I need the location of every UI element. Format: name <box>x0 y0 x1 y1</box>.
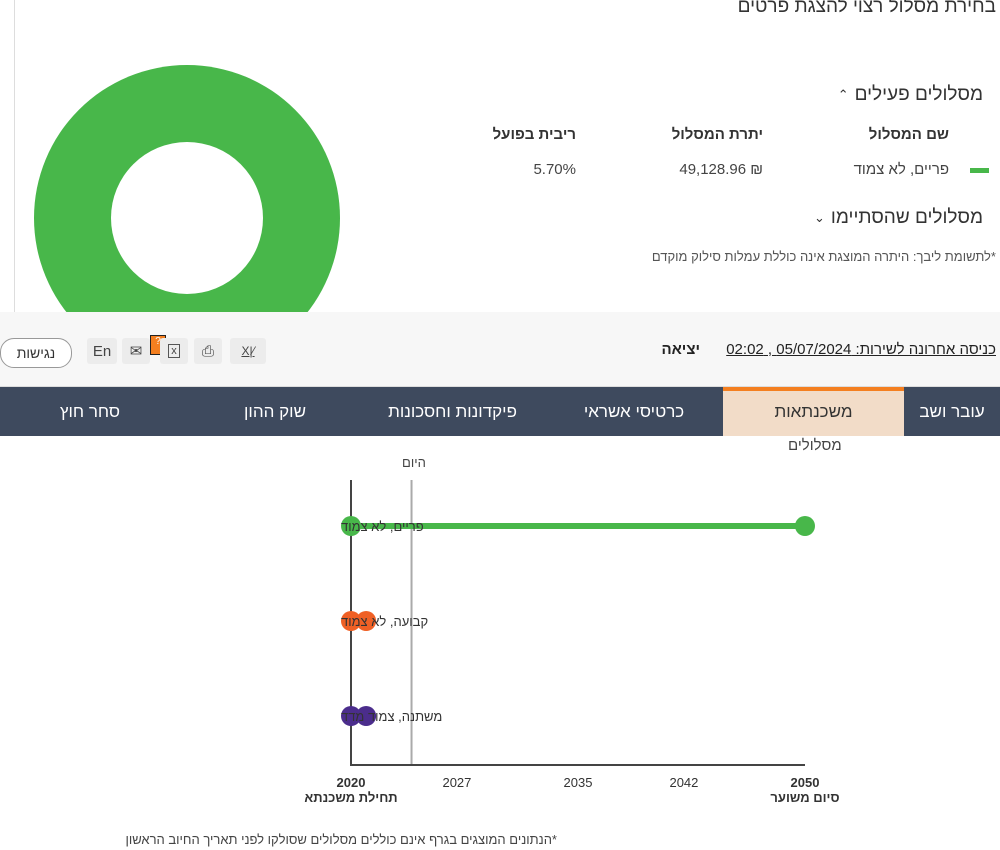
x-tick-label: 2020 <box>337 775 366 790</box>
track-label: פריים, לא צמוד <box>341 519 424 534</box>
x-tick-label: 2027 <box>442 775 471 790</box>
x-tick-label: 2035 <box>564 775 593 790</box>
tracks-timeline-chart: פריים, לא צמוד קבועה, לא צמוד משתנה, צמוד … <box>304 480 840 805</box>
chart-footnote: *הנתונים המוצגים בגרף אינם כוללים מסלולי… <box>125 832 557 847</box>
end-label: סיום משוער <box>770 790 839 805</box>
track-label: קבועה, לא צמוד <box>341 614 428 629</box>
track-label: משתנה, צמוד מדד <box>341 709 442 724</box>
start-label: תחילת משכנתא <box>304 790 397 805</box>
x-tick-label: 2042 <box>669 775 698 790</box>
x-tick-label: 2050 <box>791 775 820 790</box>
track-end-point <box>795 516 815 536</box>
